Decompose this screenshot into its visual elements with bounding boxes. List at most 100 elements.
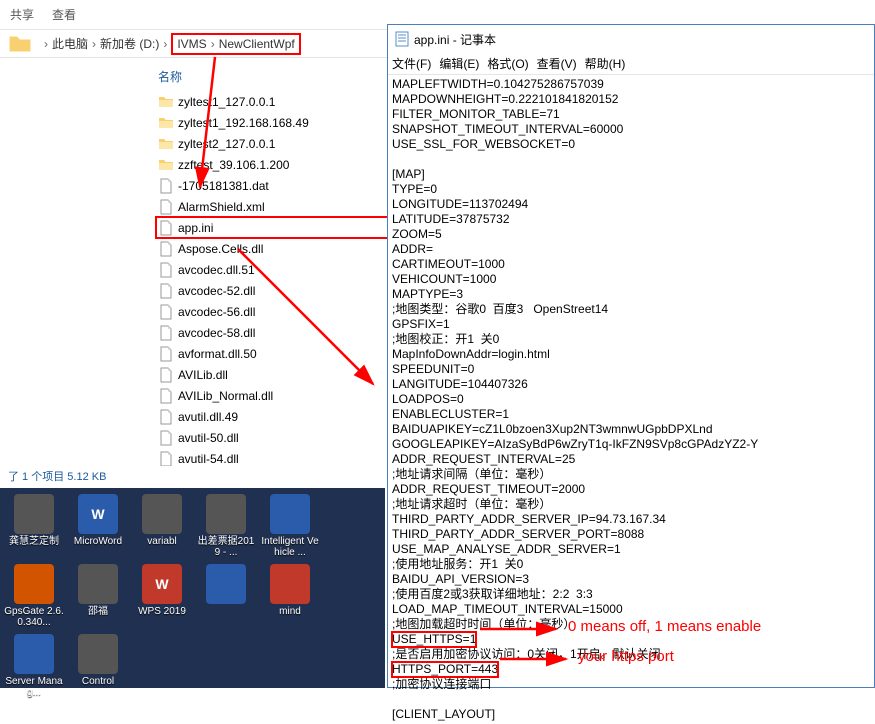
desktop-icon bbox=[206, 494, 246, 534]
menu-file[interactable]: 文件(F) bbox=[392, 55, 431, 72]
desktop-shortcut[interactable]: Server Manag... bbox=[3, 634, 65, 700]
desktop-label: Server Manag... bbox=[3, 676, 65, 698]
file-name: zyltest1_192.168.168.49 bbox=[178, 116, 309, 130]
desktop-shortcut[interactable] bbox=[195, 564, 257, 630]
notepad-line: GOOGLEAPIKEY=AIzaSyBdP6wZryT1q-IkFZN9SVp… bbox=[392, 437, 870, 452]
file-icon bbox=[158, 178, 174, 194]
file-name: avformat.dll.50 bbox=[178, 347, 257, 361]
nav-buttons bbox=[8, 34, 32, 54]
desktop-icon bbox=[78, 634, 118, 674]
desktop-label: variabl bbox=[147, 536, 176, 547]
chevron-right-icon: › bbox=[163, 37, 167, 51]
notepad-window: app.ini - 记事本 文件(F) 编辑(E) 格式(O) 查看(V) 帮助… bbox=[387, 24, 875, 688]
notepad-line: MapInfoDownAddr=login.html bbox=[392, 347, 870, 362]
notepad-line: ADDR= bbox=[392, 242, 870, 257]
breadcrumb-newclientwpf[interactable]: NewClientWpf bbox=[219, 37, 295, 51]
file-icon bbox=[158, 430, 174, 446]
notepad-line: LONGITUDE=113702494 bbox=[392, 197, 870, 212]
notepad-line: GPSFIX=1 bbox=[392, 317, 870, 332]
desktop-label: 龚慧芝定制 bbox=[9, 536, 59, 547]
file-name: AVILib_Normal.dll bbox=[178, 389, 273, 403]
desktop-icon bbox=[14, 494, 54, 534]
notepad-line: USE_MAP_ANALYSE_ADDR_SERVER=1 bbox=[392, 542, 870, 557]
file-icon bbox=[158, 388, 174, 404]
desktop-label: MicroWord bbox=[74, 536, 122, 547]
desktop-icon bbox=[142, 494, 182, 534]
file-name: zyltest2_127.0.0.1 bbox=[178, 137, 275, 151]
explorer-tree-pane bbox=[0, 58, 150, 488]
file-icon bbox=[158, 409, 174, 425]
desktop-shortcut[interactable]: WWPS 2019 bbox=[131, 564, 193, 630]
file-icon bbox=[158, 325, 174, 341]
notepad-line: USE_SSL_FOR_WEBSOCKET=0 bbox=[392, 137, 870, 152]
file-name: -1705181381.dat bbox=[178, 179, 269, 193]
notepad-line: ;使用地址服务：开1 关0 bbox=[392, 557, 870, 572]
desktop-shortcut[interactable]: GpsGate 2.6.0.340... bbox=[3, 564, 65, 630]
highlighted-setting-https-port: HTTPS_PORT=443 bbox=[392, 662, 498, 677]
notepad-line: BAIDUAPIKEY=cZ1L0bzoen3Xup2NT3wmnwUGpbDP… bbox=[392, 422, 870, 437]
notepad-line: ;使用百度2或3获取详细地址：2:2 3:3 bbox=[392, 587, 870, 602]
breadcrumb-computer[interactable]: 此电脑 bbox=[52, 35, 88, 52]
notepad-line: [CLIENT_LAYOUT] bbox=[392, 707, 870, 722]
notepad-line: CARTIMEOUT=1000 bbox=[392, 257, 870, 272]
file-name: avutil.dll.49 bbox=[178, 410, 238, 424]
breadcrumb-ivms[interactable]: IVMS bbox=[177, 37, 206, 51]
file-icon bbox=[158, 451, 174, 467]
desktop-shortcut[interactable]: Intelligent Vehicle ... bbox=[259, 494, 321, 560]
notepad-line: MAPDOWNHEIGHT=0.222101841820152 bbox=[392, 92, 870, 107]
notepad-title-text: app.ini - 记事本 bbox=[414, 31, 496, 48]
file-name: AVILib.dll bbox=[178, 368, 228, 382]
chevron-right-icon: › bbox=[92, 37, 96, 51]
desktop-icon: W bbox=[142, 564, 182, 604]
notepad-line: ;地址请求间隔（单位：毫秒） bbox=[392, 467, 870, 482]
file-icon bbox=[158, 241, 174, 257]
notepad-menubar: 文件(F) 编辑(E) 格式(O) 查看(V) 帮助(H) bbox=[388, 53, 874, 75]
desktop-label: 出差票据2019 - ... bbox=[195, 536, 257, 558]
menu-edit[interactable]: 编辑(E) bbox=[439, 55, 479, 72]
file-name: avcodec-52.dll bbox=[178, 284, 255, 298]
desktop-shortcut[interactable]: 龚慧芝定制 bbox=[3, 494, 65, 560]
desktop-label: mind bbox=[279, 606, 301, 617]
desktop-shortcut[interactable]: 出差票据2019 - ... bbox=[195, 494, 257, 560]
notepad-icon bbox=[394, 31, 410, 47]
file-name: Aspose.Cells.dll bbox=[178, 242, 263, 256]
breadcrumb-highlighted: IVMS › NewClientWpf bbox=[171, 33, 300, 55]
notepad-line: ENABLECLUSTER=1 bbox=[392, 407, 870, 422]
file-name: app.ini bbox=[178, 221, 213, 235]
notepad-line: TYPE=0 bbox=[392, 182, 870, 197]
file-name: avcodec.dll.51 bbox=[178, 263, 255, 277]
notepad-titlebar[interactable]: app.ini - 记事本 bbox=[388, 25, 874, 53]
menu-view[interactable]: 查看(V) bbox=[537, 55, 577, 72]
desktop-shortcut[interactable]: 邵福 bbox=[67, 564, 129, 630]
notepad-line: [MAP] bbox=[392, 167, 870, 182]
desktop-label: GpsGate 2.6.0.340... bbox=[3, 606, 65, 628]
notepad-line: THIRD_PARTY_ADDR_SERVER_IP=94.73.167.34 bbox=[392, 512, 870, 527]
notepad-line: MAPTYPE=3 bbox=[392, 287, 870, 302]
desktop-shortcut[interactable]: mind bbox=[259, 564, 321, 630]
desktop-area: 龚慧芝定制 W MicroWord variabl 出差票据2019 - ...Inte… bbox=[0, 488, 385, 688]
folder-icon bbox=[158, 157, 174, 173]
notepad-line: ;地图校正：开1 关0 bbox=[392, 332, 870, 347]
toolbar-view[interactable]: 查看 bbox=[52, 6, 76, 23]
desktop-icon: W bbox=[78, 494, 118, 534]
desktop-label: Control bbox=[82, 676, 114, 687]
notepad-line: SPEEDUNIT=0 bbox=[392, 362, 870, 377]
file-icon bbox=[158, 283, 174, 299]
desktop-shortcut[interactable]: W MicroWord bbox=[67, 494, 129, 560]
toolbar-share[interactable]: 共享 bbox=[10, 6, 34, 23]
file-icon bbox=[158, 199, 174, 215]
file-name: avcodec-56.dll bbox=[178, 305, 255, 319]
desktop-shortcut[interactable]: Control bbox=[67, 634, 129, 700]
breadcrumb-drive[interactable]: 新加卷 (D:) bbox=[100, 35, 159, 52]
chevron-right-icon: › bbox=[44, 37, 48, 51]
file-icon bbox=[158, 304, 174, 320]
folder-icon[interactable] bbox=[8, 34, 32, 54]
notepad-line: LATITUDE=37875732 bbox=[392, 212, 870, 227]
file-name: avcodec-58.dll bbox=[178, 326, 255, 340]
menu-format[interactable]: 格式(O) bbox=[487, 55, 528, 72]
annotation-https-enable: 0 means off, 1 means enable bbox=[568, 618, 761, 635]
desktop-shortcut[interactable]: variabl bbox=[131, 494, 193, 560]
menu-help[interactable]: 帮助(H) bbox=[585, 55, 626, 72]
desktop-icon bbox=[206, 564, 246, 604]
notepad-line: ADDR_REQUEST_INTERVAL=25 bbox=[392, 452, 870, 467]
